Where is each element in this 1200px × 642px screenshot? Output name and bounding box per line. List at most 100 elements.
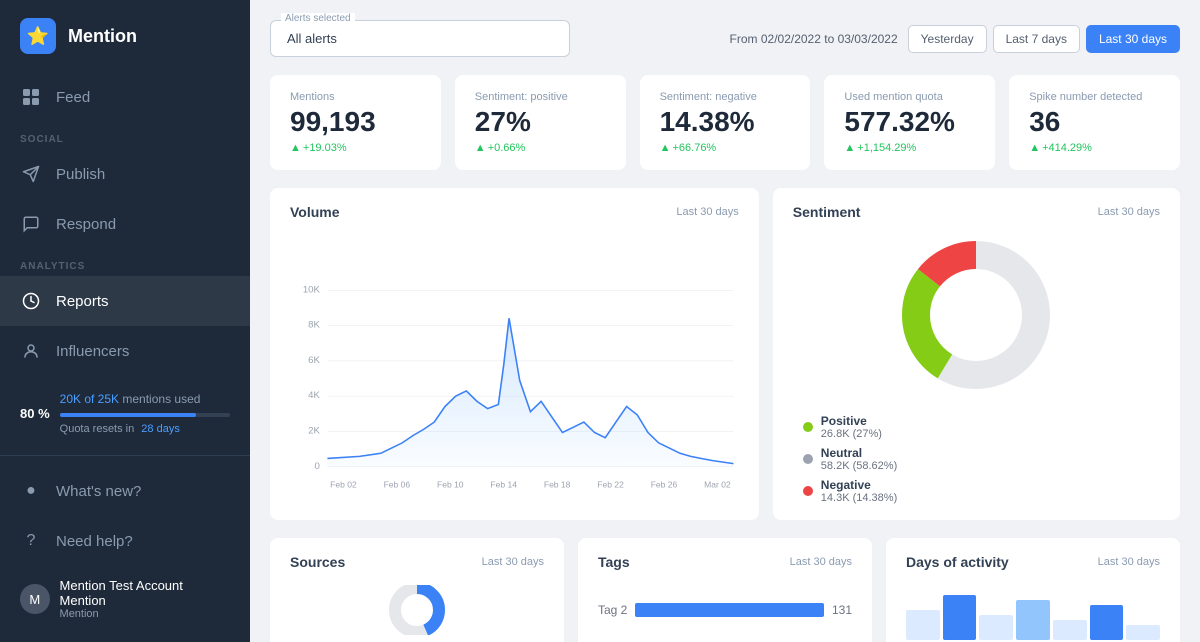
sidebar-logo[interactable]: ⭐ Mention (0, 0, 250, 72)
quota-mentions-link[interactable]: 20K of 25K (60, 392, 123, 406)
sentiment-chart-header: Sentiment Last 30 days (793, 204, 1160, 220)
alerts-dropdown[interactable]: Alerts selected All alerts (270, 20, 570, 57)
volume-chart-svg: 0 2K 4K 6K 8K 10K (290, 230, 739, 500)
quota-days-link[interactable]: 28 days (141, 423, 180, 435)
sentiment-title: Sentiment (793, 204, 861, 220)
section-social: SOCIAL (0, 122, 250, 149)
activity-title: Days of activity (906, 554, 1009, 570)
sidebar-item-respond[interactable]: Respond (0, 199, 250, 249)
stat-value-1: 27% (475, 107, 606, 138)
user-sub: Mention (60, 608, 230, 620)
user-info: Mention Test Account Mention Mention (60, 578, 230, 620)
btn-7days[interactable]: Last 7 days (993, 25, 1080, 53)
legend-neutral: Neutral 58.2K (58.62%) (803, 446, 1150, 472)
volume-title: Volume (290, 204, 340, 220)
activity-header: Days of activity Last 30 days (906, 554, 1160, 570)
sidebar-item-label-reports: Reports (56, 293, 109, 310)
stat-label-4: Spike number detected (1029, 91, 1160, 103)
positive-dot (803, 422, 813, 432)
svg-text:Feb 26: Feb 26 (651, 479, 678, 489)
stat-change-4: ▲ +414.29% (1029, 142, 1160, 154)
feed-icon (20, 86, 42, 108)
sidebar-item-label-publish: Publish (56, 166, 105, 183)
publish-icon (20, 163, 42, 185)
svg-text:2K: 2K (308, 425, 320, 436)
tags-placeholder: Tag 2 131 (598, 580, 852, 640)
influencers-icon (20, 340, 42, 362)
stat-label-3: Used mention quota (844, 91, 975, 103)
sidebar-item-influencers[interactable]: Influencers (0, 326, 250, 376)
date-buttons: Yesterday Last 7 days Last 30 days (908, 25, 1180, 53)
activity-placeholder (906, 580, 1160, 640)
stat-value-2: 14.38% (660, 107, 791, 138)
quota-bar-fill (60, 413, 196, 417)
legend-positive: Positive 26.8K (27%) (803, 414, 1150, 440)
stat-value-4: 36 (1029, 107, 1160, 138)
legend-negative: Negative 14.3K (14.38%) (803, 478, 1150, 504)
tags-period: Last 30 days (790, 556, 852, 568)
user-name: Mention Test Account Mention (60, 578, 230, 608)
alerts-value: All alerts (287, 31, 337, 46)
stat-value-3: 577.32% (844, 107, 975, 138)
sidebar-item-label-feed: Feed (56, 89, 90, 106)
sources-period: Last 30 days (482, 556, 544, 568)
donut-chart (891, 230, 1061, 400)
sentiment-chart-card: Sentiment Last 30 days (773, 188, 1180, 520)
activity-period: Last 30 days (1098, 556, 1160, 568)
negative-dot (803, 486, 813, 496)
sidebar-item-publish[interactable]: Publish (0, 149, 250, 199)
main-content: Alerts selected All alerts From 02/02/20… (250, 0, 1200, 642)
reports-icon (20, 290, 42, 312)
sentiment-period: Last 30 days (1098, 206, 1160, 218)
stat-quota: Used mention quota 577.32% ▲ +1,154.29% (824, 75, 995, 170)
sidebar-item-label-influencers: Influencers (56, 343, 129, 360)
respond-icon (20, 213, 42, 235)
sidebar-bottom: ● What's new? ? Need help? M Mention Tes… (0, 455, 250, 642)
volume-period: Last 30 days (676, 206, 738, 218)
svg-text:4K: 4K (308, 390, 320, 401)
svg-text:6K: 6K (308, 355, 320, 366)
whats-new-label: What's new? (56, 483, 141, 500)
quota-bar (60, 413, 230, 417)
whats-new-icon: ● (20, 480, 42, 502)
svg-text:Feb 14: Feb 14 (490, 479, 517, 489)
volume-chart-header: Volume Last 30 days (290, 204, 739, 220)
sidebar-item-label-respond: Respond (56, 216, 116, 233)
alerts-label: Alerts selected (281, 13, 355, 24)
sidebar-nav: Feed SOCIAL Publish Respond ANALYTICS (0, 72, 250, 455)
charts-row: Volume Last 30 days 0 2K 4K 6K 8K 10K (270, 188, 1180, 520)
need-help-label: Need help? (56, 533, 133, 550)
tags-card: Tags Last 30 days Tag 2 131 (578, 538, 872, 642)
tags-header: Tags Last 30 days (598, 554, 852, 570)
stat-value-0: 99,193 (290, 107, 421, 138)
sentiment-content: Positive 26.8K (27%) Neutral 58.2K (58.6… (793, 230, 1160, 504)
sidebar-item-reports[interactable]: Reports (0, 276, 250, 326)
stat-sentiment-neg: Sentiment: negative 14.38% ▲ +66.76% (640, 75, 811, 170)
activity-card: Days of activity Last 30 days (886, 538, 1180, 642)
stat-change-0: ▲ +19.03% (290, 142, 421, 154)
date-range: From 02/02/2022 to 03/03/2022 Yesterday … (730, 25, 1180, 53)
logo-icon: ⭐ (20, 18, 56, 54)
svg-text:Feb 06: Feb 06 (384, 479, 411, 489)
stat-label-0: Mentions (290, 91, 421, 103)
sources-title: Sources (290, 554, 345, 570)
svg-text:Feb 02: Feb 02 (330, 479, 357, 489)
svg-text:Feb 18: Feb 18 (544, 479, 571, 489)
sidebar-item-feed[interactable]: Feed (0, 72, 250, 122)
stat-spike: Spike number detected 36 ▲ +414.29% (1009, 75, 1180, 170)
section-analytics: ANALYTICS (0, 249, 250, 276)
btn-yesterday[interactable]: Yesterday (908, 25, 987, 53)
user-section[interactable]: M Mention Test Account Mention Mention (0, 566, 250, 632)
quota-section: 80 % 20K of 25K mentions used Quota rese… (0, 376, 250, 453)
bottom-row: Sources Last 30 days Tags Last 30 days T… (270, 538, 1180, 642)
sidebar-item-whats-new[interactable]: ● What's new? (0, 466, 250, 516)
neutral-dot (803, 454, 813, 464)
stat-change-1: ▲ +0.66% (475, 142, 606, 154)
stat-sentiment-pos: Sentiment: positive 27% ▲ +0.66% (455, 75, 626, 170)
stat-mentions: Mentions 99,193 ▲ +19.03% (270, 75, 441, 170)
sidebar: ⭐ Mention Feed SOCIAL (0, 0, 250, 642)
sentiment-legend: Positive 26.8K (27%) Neutral 58.2K (58.6… (793, 414, 1160, 504)
sidebar-item-need-help[interactable]: ? Need help? (0, 516, 250, 566)
btn-30days[interactable]: Last 30 days (1086, 25, 1180, 53)
avatar: M (20, 584, 50, 614)
